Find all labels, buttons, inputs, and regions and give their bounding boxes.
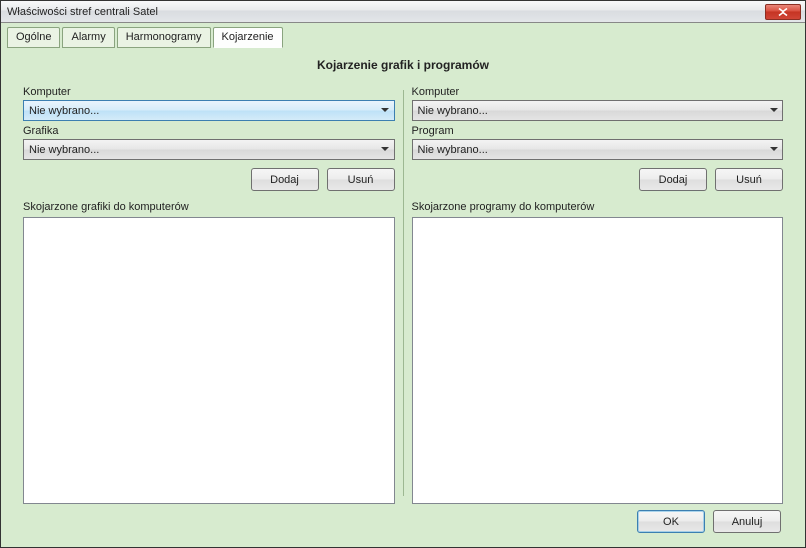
right-column: Komputer Nie wybrano... Program Nie wybr… — [404, 82, 792, 504]
right-list-label: Skojarzone programy do komputerów — [412, 201, 784, 213]
left-computer-value: Nie wybrano... — [29, 105, 377, 117]
right-button-row: Dodaj Usuń — [412, 168, 784, 191]
left-remove-button[interactable]: Usuń — [327, 168, 395, 191]
ok-button[interactable]: OK — [637, 510, 705, 533]
left-button-row: Dodaj Usuń — [23, 168, 395, 191]
left-graphic-combo[interactable]: Nie wybrano... — [23, 139, 395, 160]
tab-strip: Ogólne Alarmy Harmonogramy Kojarzenie — [1, 23, 805, 48]
window-title: Właściwości stref centrali Satel — [7, 6, 765, 18]
right-computer-combo[interactable]: Nie wybrano... — [412, 100, 784, 121]
dialog-footer: OK Anuluj — [15, 504, 791, 539]
tab-alarms[interactable]: Alarmy — [62, 27, 114, 48]
left-computer-label: Komputer — [23, 86, 395, 98]
content-area: Kojarzenie grafik i programów Komputer N… — [1, 48, 805, 547]
right-remove-button[interactable]: Usuń — [715, 168, 783, 191]
right-add-button[interactable]: Dodaj — [639, 168, 707, 191]
left-add-button[interactable]: Dodaj — [251, 168, 319, 191]
tab-general[interactable]: Ogólne — [7, 27, 60, 48]
titlebar: Właściwości stref centrali Satel — [1, 1, 805, 23]
left-associations-list[interactable] — [23, 217, 395, 504]
right-program-label: Program — [412, 125, 784, 137]
left-list-label: Skojarzone grafiki do komputerów — [23, 201, 395, 213]
right-associations-list[interactable] — [412, 217, 784, 504]
columns: Komputer Nie wybrano... Grafika Nie wybr… — [15, 82, 791, 504]
tab-association[interactable]: Kojarzenie — [213, 27, 283, 48]
page-heading: Kojarzenie grafik i programów — [15, 58, 791, 72]
right-computer-label: Komputer — [412, 86, 784, 98]
left-graphic-value: Nie wybrano... — [29, 144, 377, 156]
left-graphic-label: Grafika — [23, 125, 395, 137]
chevron-down-icon — [765, 101, 782, 120]
chevron-down-icon — [377, 101, 394, 120]
left-computer-combo[interactable]: Nie wybrano... — [23, 100, 395, 121]
cancel-button[interactable]: Anuluj — [713, 510, 781, 533]
right-program-combo[interactable]: Nie wybrano... — [412, 139, 784, 160]
right-program-value: Nie wybrano... — [418, 144, 766, 156]
right-computer-value: Nie wybrano... — [418, 105, 766, 117]
left-column: Komputer Nie wybrano... Grafika Nie wybr… — [15, 82, 403, 504]
dialog-window: Właściwości stref centrali Satel Ogólne … — [0, 0, 806, 548]
close-icon — [778, 8, 788, 16]
chevron-down-icon — [377, 140, 394, 159]
close-button[interactable] — [765, 4, 801, 20]
tab-schedules[interactable]: Harmonogramy — [117, 27, 211, 48]
chevron-down-icon — [765, 140, 782, 159]
